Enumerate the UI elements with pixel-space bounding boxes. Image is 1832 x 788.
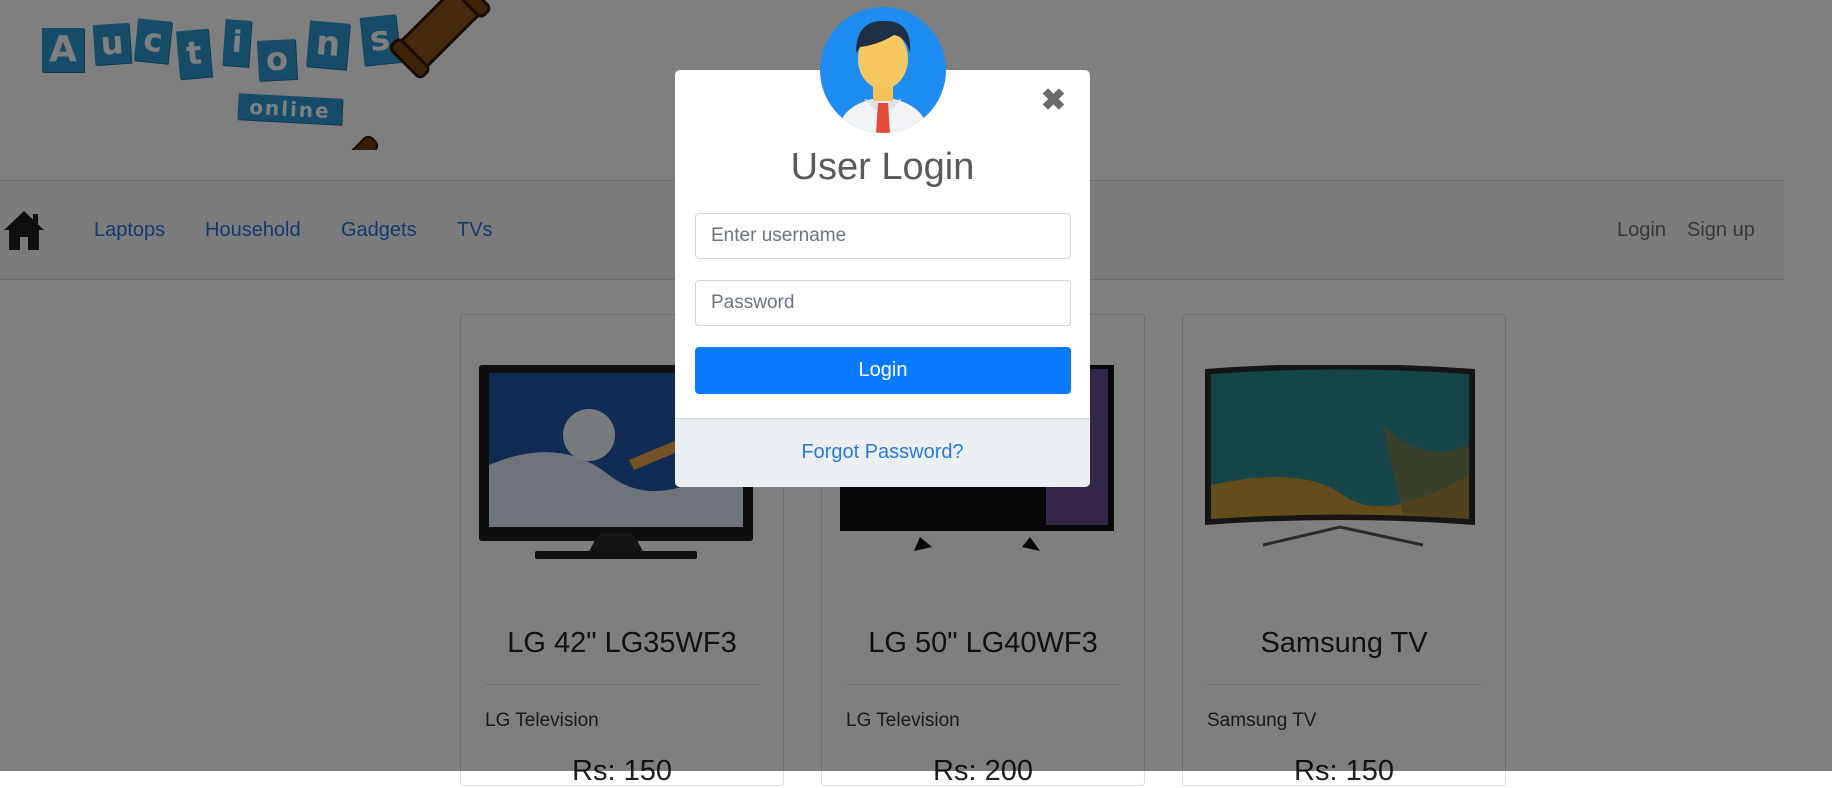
forgot-password-link[interactable]: Forgot Password?	[675, 441, 1090, 464]
modal-title: User Login	[790, 146, 975, 188]
username-input[interactable]	[695, 213, 1071, 259]
close-icon[interactable]: ✖	[1041, 86, 1066, 116]
password-input[interactable]	[695, 280, 1071, 326]
modal-footer: Forgot Password?	[675, 418, 1090, 487]
user-avatar-icon	[820, 7, 946, 133]
login-button[interactable]: Login	[695, 347, 1071, 394]
